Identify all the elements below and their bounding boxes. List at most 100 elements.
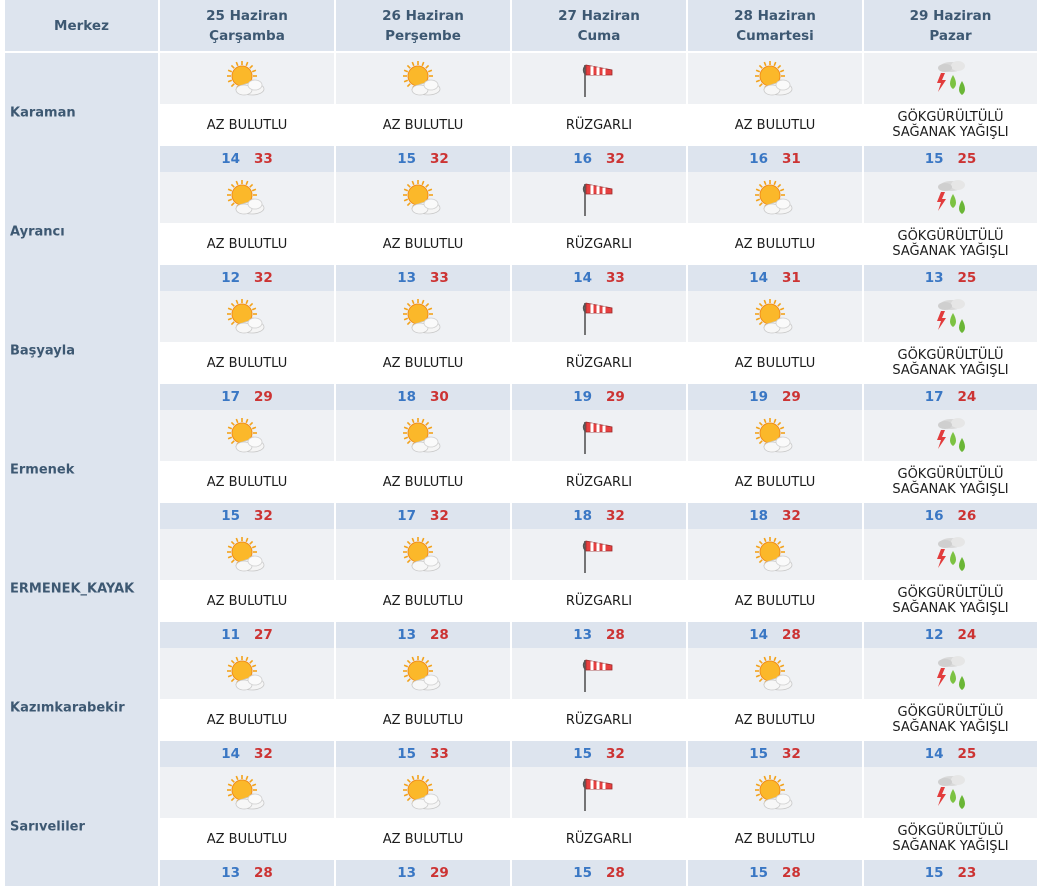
max-temperature: 29 [606,389,625,405]
partly-cloudy-sun-icon [753,654,797,694]
thunderstorm-rain-icon [931,178,971,218]
header-day-date: 27 Haziran [558,7,640,24]
min-temperature: 17 [221,389,240,405]
header-day-weekday: Pazar [929,27,972,44]
description-line-1: AZ BULUTLU [382,474,464,490]
header-day-2: 26 Haziran Perşembe [336,0,510,51]
temperature-row: 14 33 [160,146,334,172]
min-temperature: 14 [924,746,944,762]
weather-description: GÖKGÜRÜLTÜLÜ SAĞANAK YAĞIŞLI [864,461,1037,503]
description-line-1: GÖKGÜRÜLTÜLÜ [897,229,1004,244]
weather-icon-row [688,172,862,223]
weather-icon-row [512,529,686,580]
temperature-row: 14 25 [864,741,1037,767]
min-temperature: 12 [924,627,944,643]
max-temperature: 33 [430,270,449,286]
max-temperature: 24 [957,627,977,643]
windsock-icon [579,178,619,218]
min-temperature: 14 [221,746,240,762]
max-temperature: 28 [782,627,801,643]
temperature-row: 14 32 [160,741,334,767]
weather-description: AZ BULUTLU [160,699,334,741]
partly-cloudy-sun-icon [225,297,269,337]
temperature-row: 15 33 [336,741,510,767]
min-temperature: 14 [749,270,768,286]
forecast-cell: AZ BULUTLU 14 28 [688,529,862,648]
description-line-2: SAĞANAK YAĞIŞLI [892,601,1009,616]
partly-cloudy-sun-icon [225,416,269,456]
min-temperature: 16 [573,151,592,167]
city-name: Ermenek [10,462,75,477]
min-temperature: 13 [397,865,416,881]
forecast-cell: GÖKGÜRÜLTÜLÜ SAĞANAK YAĞIŞLI 17 24 [864,291,1037,410]
weather-description: RÜZGARLI [512,580,686,622]
forecast-cell: AZ BULUTLU 13 29 [336,767,510,886]
city-name-cell: Karaman [5,53,158,172]
min-temperature: 15 [749,865,768,881]
min-temperature: 19 [573,389,592,405]
weather-description: GÖKGÜRÜLTÜLÜ SAĞANAK YAĞIŞLI [864,818,1037,860]
temperature-row: 15 28 [512,860,686,886]
temperature-row: 19 29 [512,384,686,410]
weather-description: RÜZGARLI [512,461,686,503]
max-temperature: 29 [782,389,801,405]
city-name-cell: ERMENEK_KAYAK [5,529,158,648]
min-temperature: 12 [221,270,240,286]
weather-description: GÖKGÜRÜLTÜLÜ SAĞANAK YAĞIŞLI [864,223,1037,265]
forecast-cell: AZ BULUTLU 14 31 [688,172,862,291]
weather-icon-row [160,529,334,580]
weather-icon-row [688,53,862,104]
min-temperature: 14 [221,151,240,167]
description-line-2: SAĞANAK YAĞIŞLI [892,125,1009,140]
weather-description: AZ BULUTLU [160,342,334,384]
city-name: Kazımkarabekir [10,700,125,715]
description-line-1: GÖKGÜRÜLTÜLÜ [897,824,1004,839]
description-line-1: RÜZGARLI [565,117,633,133]
weather-icon-row [336,529,510,580]
description-line-1: AZ BULUTLU [734,474,816,490]
description-line-2: SAĞANAK YAĞIŞLI [892,720,1009,735]
temperature-row: 11 27 [160,622,334,648]
max-temperature: 32 [430,508,449,524]
partly-cloudy-sun-icon [225,178,269,218]
temperature-row: 15 32 [336,146,510,172]
max-temperature: 32 [254,746,273,762]
temperature-row: 16 31 [688,146,862,172]
thunderstorm-rain-icon [931,654,971,694]
forecast-cell: AZ BULUTLU 13 28 [336,529,510,648]
weather-icon-row [160,53,334,104]
header-day-date: 25 Haziran [206,7,288,24]
weather-description: AZ BULUTLU [160,104,334,146]
description-line-1: AZ BULUTLU [734,712,816,728]
min-temperature: 13 [924,270,944,286]
description-line-1: GÖKGÜRÜLTÜLÜ [897,110,1004,125]
weather-description: AZ BULUTLU [160,223,334,265]
temperature-row: 17 29 [160,384,334,410]
min-temperature: 15 [397,746,416,762]
weather-description: GÖKGÜRÜLTÜLÜ SAĞANAK YAĞIŞLI [864,580,1037,622]
weather-description: AZ BULUTLU [160,461,334,503]
temperature-row: 14 31 [688,265,862,291]
temperature-row: 13 28 [160,860,334,886]
max-temperature: 33 [254,151,273,167]
temperature-row: 13 33 [336,265,510,291]
max-temperature: 33 [606,270,625,286]
temperature-row: 15 32 [160,503,334,529]
forecast-cell: AZ BULUTLU 15 32 [336,53,510,172]
partly-cloudy-sun-icon [753,178,797,218]
windsock-icon [579,297,619,337]
forecast-cell: AZ BULUTLU 18 30 [336,291,510,410]
city-name-cell: Ermenek [5,410,158,529]
forecast-cell: RÜZGARLI 13 28 [512,529,686,648]
windsock-icon [579,773,619,813]
description-line-1: RÜZGARLI [565,236,633,252]
weather-description: AZ BULUTLU [336,818,510,860]
weather-icon-row [512,410,686,461]
weather-icon-row [160,291,334,342]
city-name-cell: Başyayla [5,291,158,410]
min-temperature: 15 [573,865,592,881]
max-temperature: 32 [254,270,273,286]
description-line-1: AZ BULUTLU [734,236,816,252]
weather-description: AZ BULUTLU [160,818,334,860]
partly-cloudy-sun-icon [401,59,445,99]
